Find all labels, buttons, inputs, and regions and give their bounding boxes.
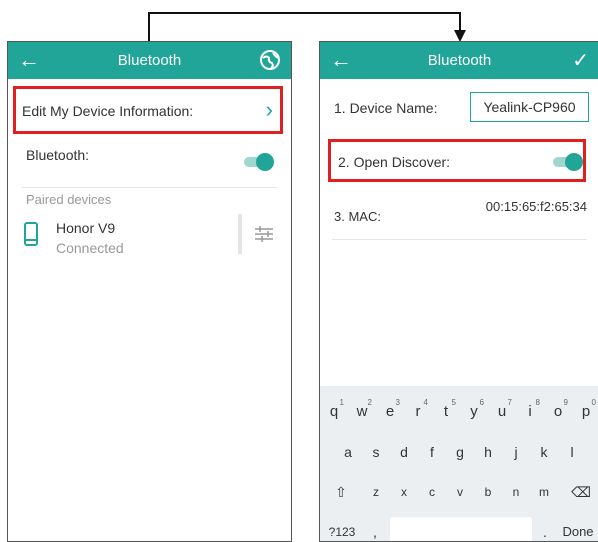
key-z[interactable]: z: [362, 474, 390, 510]
space-key[interactable]: [390, 517, 532, 541]
key-w[interactable]: w2: [348, 394, 376, 430]
keyboard-row-3: ⇧ ⌫ zxcvbnm: [320, 474, 598, 510]
key-letter: i: [528, 403, 532, 420]
keyboard: q1w2e3r4t5y6u7i8o9p0 asdfghjkl ⇧ ⌫ zxcvb…: [320, 386, 598, 541]
key-number-hint: 6: [479, 398, 484, 407]
highlight-edit-device: [13, 86, 283, 134]
key-letter: o: [553, 403, 563, 420]
paired-devices-header: Paired devices: [26, 192, 112, 207]
keyboard-row-4: ?123 , . Done: [320, 514, 598, 541]
key-u[interactable]: u7: [488, 394, 516, 430]
key-p[interactable]: p0: [572, 394, 598, 430]
key-a[interactable]: a: [334, 434, 362, 470]
key-d[interactable]: d: [390, 434, 418, 470]
key-l[interactable]: l: [558, 434, 586, 470]
page-title: Bluetooth: [117, 52, 182, 69]
device-name: Honor V9: [56, 220, 116, 236]
key-n[interactable]: n: [502, 474, 530, 510]
key-v[interactable]: v: [446, 474, 474, 510]
keyboard-row-2: asdfghjkl: [320, 434, 598, 470]
key-letter: w: [356, 403, 368, 420]
key-number-hint: 7: [507, 398, 512, 407]
shift-key[interactable]: ⇧: [326, 474, 356, 510]
divider: [22, 187, 277, 188]
key-i[interactable]: i8: [516, 394, 544, 430]
checkmark-icon[interactable]: ✓: [572, 48, 589, 73]
key-number-hint: 2: [367, 398, 372, 407]
key-o[interactable]: o9: [544, 394, 572, 430]
app-bar: ← Bluetooth: [8, 42, 291, 79]
settings-sliders-icon[interactable]: [255, 226, 273, 247]
divider: [332, 239, 587, 240]
key-y[interactable]: y6: [460, 394, 488, 430]
bluetooth-toggle[interactable]: [244, 153, 274, 171]
mac-row: 3. MAC: 00:15:65:f2:65:34: [320, 197, 598, 237]
bluetooth-settings-screen: ← Bluetooth Edit My Device Information: …: [7, 41, 292, 542]
globe-icon[interactable]: [259, 49, 281, 76]
key-number-hint: 8: [535, 398, 540, 407]
key-s[interactable]: s: [362, 434, 390, 470]
key-c[interactable]: c: [418, 474, 446, 510]
mac-value: 00:15:65:f2:65:34: [485, 199, 587, 214]
vertical-separator: [238, 214, 242, 254]
device-status: Connected: [56, 240, 124, 256]
edit-device-info-screen: ← Bluetooth ✓ 1. Device Name: Yealink-CP…: [319, 41, 598, 542]
key-b[interactable]: b: [474, 474, 502, 510]
key-k[interactable]: k: [530, 434, 558, 470]
bluetooth-label: Bluetooth:: [26, 147, 90, 163]
key-letter: e: [385, 403, 395, 420]
highlight-open-discover: [328, 139, 586, 182]
backspace-key[interactable]: ⌫: [565, 474, 597, 510]
comma-key[interactable]: ,: [364, 514, 386, 541]
key-number-hint: 0: [591, 398, 596, 407]
app-bar: ← Bluetooth ✓: [320, 42, 598, 79]
key-m[interactable]: m: [530, 474, 558, 510]
key-letter: y: [470, 403, 478, 420]
key-letter: t: [443, 403, 449, 420]
key-x[interactable]: x: [390, 474, 418, 510]
period-key[interactable]: .: [534, 514, 556, 541]
key-number-hint: 1: [339, 398, 344, 407]
key-h[interactable]: h: [474, 434, 502, 470]
paired-device-item[interactable]: Honor V9 Connected: [8, 212, 291, 262]
key-number-hint: 5: [451, 398, 456, 407]
device-name-label: 1. Device Name:: [334, 100, 438, 116]
phone-icon: [24, 222, 38, 251]
key-letter: u: [497, 403, 507, 420]
key-number-hint: 9: [563, 398, 568, 407]
page-title: Bluetooth: [427, 52, 492, 69]
device-name-value: Yealink-CP960: [483, 99, 576, 115]
key-letter: q: [329, 403, 339, 420]
key-letter: r: [415, 403, 421, 420]
done-key[interactable]: Done: [558, 514, 598, 541]
mac-label: 3. MAC:: [334, 209, 381, 224]
key-number-hint: 4: [423, 398, 428, 407]
key-e[interactable]: e3: [376, 394, 404, 430]
device-name-row: 1. Device Name: Yealink-CP960: [320, 86, 598, 128]
key-f[interactable]: f: [418, 434, 446, 470]
key-number-hint: 3: [395, 398, 400, 407]
key-q[interactable]: q1: [320, 394, 348, 430]
bluetooth-toggle-row: Bluetooth:: [8, 137, 291, 182]
key-g[interactable]: g: [446, 434, 474, 470]
key-j[interactable]: j: [502, 434, 530, 470]
key-r[interactable]: r4: [404, 394, 432, 430]
key-t[interactable]: t5: [432, 394, 460, 430]
keyboard-row-1: q1w2e3r4t5y6u7i8o9p0: [320, 394, 598, 430]
symbols-key[interactable]: ?123: [322, 514, 362, 541]
device-name-input[interactable]: Yealink-CP960: [470, 92, 589, 122]
key-letter: p: [581, 403, 591, 420]
